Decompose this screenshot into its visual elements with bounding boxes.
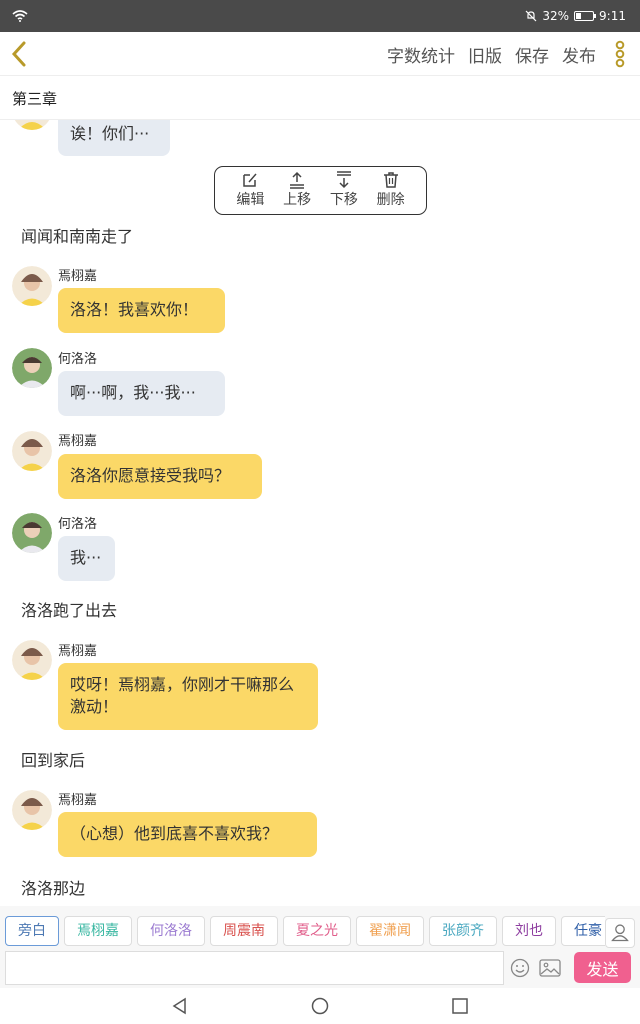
trash-icon	[383, 172, 398, 188]
app-header: 字数统计 旧版 保存 发布	[0, 32, 640, 76]
message-input[interactable]	[5, 951, 504, 985]
chat-area[interactable]: 诶！你们··· 编辑 上移 下移 删除 闻闻和南南走了 焉栩嘉 洛洛！我喜欢你！…	[0, 120, 640, 906]
status-bar: 32% 9:11	[0, 0, 640, 32]
character-chip-list: 旁白焉栩嘉何洛洛周震南夏之光翟潇闻张颜齐刘也任豪赵	[5, 916, 605, 946]
avatar[interactable]	[12, 431, 52, 471]
narration-line[interactable]: 回到家后	[21, 747, 85, 771]
avatar[interactable]	[12, 348, 52, 388]
edit-action[interactable]: 编辑	[230, 171, 270, 214]
character-chip[interactable]: 任豪	[561, 916, 605, 946]
speaker-name: 焉栩嘉	[58, 269, 98, 284]
speaker-name: 何洛洛	[58, 517, 98, 532]
speaker-name: 焉栩嘉	[58, 644, 98, 659]
chat-bubble[interactable]: 洛洛你愿意接受我吗？	[58, 454, 262, 499]
speaker-name: 何洛洛	[58, 352, 98, 367]
avatar[interactable]	[12, 513, 52, 553]
word-count-button[interactable]: 字数统计	[387, 42, 455, 67]
chat-bubble[interactable]: 洛洛！我喜欢你！	[58, 288, 225, 333]
editor-screen: 32% 9:11 字数统计 旧版 保存 发布 第三章 诶！你们··· 编辑 上移…	[0, 0, 640, 1024]
chat-bubble[interactable]: 哎呀！焉栩嘉，你刚才干嘛那么激动！	[58, 663, 318, 730]
more-vertical-icon[interactable]	[614, 40, 626, 68]
move-up-icon	[290, 171, 305, 189]
character-selector: 旁白焉栩嘉何洛洛周震南夏之光翟潇闻张颜齐刘也任豪赵	[0, 906, 640, 950]
delete-action[interactable]: 删除	[371, 171, 411, 214]
character-chip[interactable]: 夏之光	[283, 916, 351, 946]
home-circle-icon[interactable]	[310, 996, 330, 1016]
avatar[interactable]	[12, 120, 52, 130]
delete-label: 删除	[376, 192, 405, 208]
toolbar: 字数统计 旧版 保存 发布	[387, 42, 596, 67]
wifi-icon	[12, 10, 28, 22]
battery-icon	[574, 11, 597, 21]
move-down-action[interactable]: 下移	[324, 171, 364, 214]
character-chip[interactable]: 翟潇闻	[356, 916, 424, 946]
back-triangle-icon[interactable]	[170, 996, 190, 1016]
system-nav-bar	[0, 988, 640, 1024]
narration-line[interactable]: 洛洛那边	[21, 875, 85, 899]
speaker-name: 焉栩嘉	[58, 434, 98, 449]
chat-bubble[interactable]: 啊···啊，我···我···	[58, 371, 225, 416]
emoji-icon[interactable]	[510, 958, 530, 978]
publish-button[interactable]: 发布	[562, 42, 596, 67]
move-up-action[interactable]: 上移	[277, 171, 317, 214]
recents-square-icon[interactable]	[450, 996, 470, 1016]
narration-line[interactable]: 洛洛跑了出去	[21, 597, 117, 621]
input-bar: 发送	[0, 950, 640, 988]
battery-percent: 32%	[542, 9, 570, 23]
character-chip[interactable]: 张颜齐	[429, 916, 497, 946]
character-chip[interactable]: 焉栩嘉	[64, 916, 132, 946]
old-version-button[interactable]: 旧版	[468, 42, 502, 67]
back-arrow-icon[interactable]	[8, 40, 32, 68]
narration-line[interactable]: 闻闻和南南走了	[21, 223, 133, 247]
speaker-name: 焉栩嘉	[58, 793, 98, 808]
save-button[interactable]: 保存	[515, 42, 549, 67]
move-down-label: 下移	[329, 192, 358, 208]
message-action-menu: 编辑 上移 下移 删除	[214, 166, 427, 215]
chat-bubble[interactable]: 我···	[58, 536, 115, 581]
character-chip[interactable]: 旁白	[5, 916, 59, 946]
edit-icon	[243, 173, 257, 187]
character-chip[interactable]: 何洛洛	[137, 916, 205, 946]
chat-bubble[interactable]: （心想）他到底喜不喜欢我？	[58, 812, 317, 857]
avatar[interactable]	[12, 790, 52, 830]
edit-label: 编辑	[236, 192, 265, 208]
image-icon[interactable]	[539, 958, 561, 978]
character-chip[interactable]: 周震南	[210, 916, 278, 946]
avatar[interactable]	[12, 640, 52, 680]
clock: 9:11	[599, 9, 626, 23]
character-chip[interactable]: 刘也	[502, 916, 556, 946]
avatar[interactable]	[12, 266, 52, 306]
chapter-title[interactable]: 第三章	[0, 76, 640, 120]
mute-bell-icon	[525, 10, 537, 22]
move-down-icon	[336, 171, 351, 189]
send-button[interactable]: 发送	[574, 952, 631, 983]
user-icon[interactable]	[605, 918, 635, 948]
move-up-label: 上移	[283, 192, 312, 208]
chat-bubble[interactable]: 诶！你们···	[58, 120, 170, 156]
